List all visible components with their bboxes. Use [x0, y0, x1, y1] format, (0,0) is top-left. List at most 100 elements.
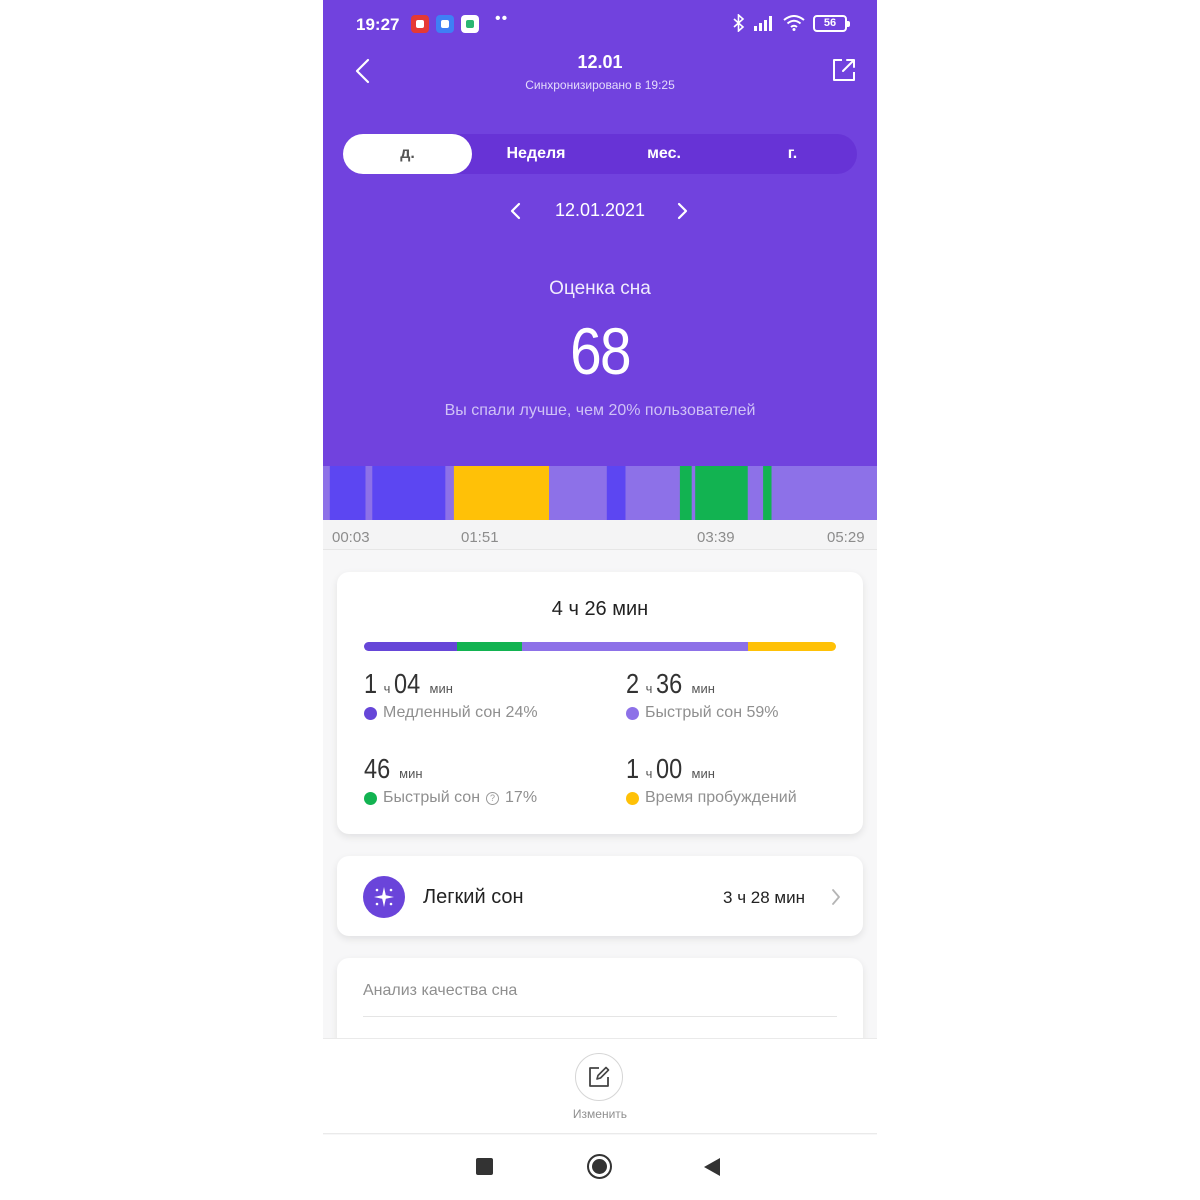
- stat-label: Медленный сон 24%: [383, 704, 538, 721]
- stat-value: 46 мин: [364, 753, 537, 785]
- timeline-segment-rem: [679, 466, 692, 520]
- timeline-segment-rem: [695, 466, 748, 520]
- light-sleep-value: 3 ч 28 мин: [723, 888, 805, 907]
- home-icon[interactable]: [587, 1154, 612, 1179]
- stat-hours: 2: [626, 668, 640, 699]
- edit-label: Изменить: [572, 1107, 628, 1121]
- system-navigation-bar: [323, 1135, 877, 1200]
- bluetooth-icon: [733, 14, 745, 32]
- timeline-tick: 05:29: [827, 529, 865, 546]
- tab-day[interactable]: д.: [343, 134, 472, 174]
- stage-bar-segment-light: [522, 642, 749, 651]
- sync-status: Синхронизировано в 19:25: [525, 78, 675, 92]
- awake-stat: 1 ч 00 мин Время пробуждений: [626, 753, 797, 807]
- timeline-segment-light: [771, 466, 877, 520]
- sleep-stage-bar: [364, 642, 836, 651]
- timeline-segment-awake: [453, 466, 550, 520]
- timeline-segment-light: [747, 466, 764, 520]
- stat-minutes: 00: [656, 753, 683, 784]
- timeline-segment-deep: [606, 466, 626, 520]
- timeline-segment-light: [365, 466, 373, 520]
- status-icons: 56: [733, 14, 850, 32]
- edit-button[interactable]: [575, 1053, 623, 1101]
- stat-label-row: Быстрый сон ? 17%: [364, 789, 537, 807]
- timeline-segment-deep: [329, 466, 366, 520]
- sleep-timeline[interactable]: [323, 466, 877, 520]
- stat-percent: 17%: [505, 789, 538, 806]
- stat-value: 2 ч 36 мин: [626, 668, 779, 700]
- tab-week[interactable]: Неделя: [472, 134, 600, 174]
- sleep-score-label: Оценка сна: [549, 278, 651, 299]
- phone-screen: 19:27 •• 56 12.01 Синхронизировано в 19:…: [323, 0, 877, 1200]
- timeline-tick: 00:03: [332, 529, 370, 546]
- signal-icon: [754, 16, 772, 31]
- light-sleep-label: Легкий сон: [423, 886, 524, 908]
- help-icon[interactable]: ?: [486, 791, 500, 805]
- stat-value: 1 ч 00 мин: [626, 753, 797, 785]
- wifi-icon: [783, 15, 805, 31]
- stat-minutes: 04: [394, 668, 421, 699]
- light-sleep-stat: 2 ч 36 мин Быстрый сон 59%: [626, 668, 779, 722]
- timeline-tick: 01:51: [461, 529, 499, 546]
- sleep-score-value: 68: [570, 314, 631, 388]
- period-tabs: д. Неделя мес. г.: [343, 134, 857, 174]
- stat-hours: 1: [364, 668, 378, 699]
- rem-sleep-stat: 46 мин Быстрый сон ? 17%: [364, 753, 537, 807]
- tab-year[interactable]: г.: [728, 134, 857, 174]
- share-button[interactable]: [831, 57, 857, 83]
- stat-unit: мин: [691, 766, 715, 781]
- light-sleep-dot: [626, 706, 639, 720]
- stat-hours: 1: [626, 753, 640, 784]
- divider: [363, 1016, 837, 1017]
- next-date-button[interactable]: [675, 202, 689, 220]
- current-date: 12.01.2021: [554, 200, 646, 220]
- stat-minutes: 46: [364, 753, 391, 784]
- stat-unit: ч: [383, 681, 391, 696]
- hero-header: 19:27 •• 56 12.01 Синхронизировано в 19:…: [323, 0, 877, 466]
- stat-unit: ч: [645, 681, 653, 696]
- sparkle-icon: [363, 876, 405, 918]
- stat-unit: мин: [691, 681, 715, 696]
- recents-icon[interactable]: [476, 1158, 493, 1175]
- message-icon: [436, 15, 454, 33]
- timeline-segment-light: [691, 466, 696, 520]
- youtube-music-icon: [411, 15, 429, 33]
- stat-minutes: 36: [656, 668, 683, 699]
- sleep-summary-card: 4 ч 26 мин 1 ч 04 мин Медленный сон 24% …: [337, 572, 863, 834]
- battery-level: 56: [823, 17, 837, 29]
- mi-fit-icon: [461, 15, 479, 33]
- tab-month[interactable]: мес.: [600, 134, 728, 174]
- total-sleep-duration: 4 ч 26 мин: [551, 598, 649, 620]
- more-notifications-icon: ••: [495, 10, 509, 27]
- sleep-timeline-chart: [323, 466, 877, 520]
- page-title: 12.01: [577, 52, 623, 72]
- stat-label: Время пробуждений: [645, 789, 797, 806]
- date-navigator: 12.01.2021: [323, 198, 877, 226]
- status-time: 19:27: [356, 15, 400, 34]
- stat-label: Быстрый сон 59%: [645, 704, 779, 721]
- edit-bar: Изменить: [323, 1038, 877, 1134]
- stage-bar-segment-rem: [456, 642, 523, 651]
- chevron-right-icon: [832, 889, 840, 905]
- timeline-tick: 03:39: [697, 529, 735, 546]
- stat-unit: ч: [645, 766, 653, 781]
- stat-unit: мин: [429, 681, 453, 696]
- timeline-segment-light: [323, 466, 330, 520]
- sleep-score-comparison: Вы спали лучше, чем 20% пользователей: [444, 402, 756, 419]
- deep-sleep-dot: [364, 706, 377, 720]
- timeline-segment-light: [625, 466, 680, 520]
- status-bar: 19:27 •• 56: [323, 0, 877, 50]
- rem-sleep-dot: [364, 791, 377, 805]
- sleep-analysis-label: Анализ качества сна: [363, 982, 518, 999]
- stat-label-row: Время пробуждений: [626, 789, 797, 807]
- back-icon[interactable]: [704, 1158, 720, 1176]
- stat-value: 1 ч 04 мин: [364, 668, 538, 700]
- stat-unit: мин: [399, 766, 423, 781]
- edit-icon: [589, 1066, 610, 1087]
- timeline-segment-light: [549, 466, 607, 520]
- timeline-segment-deep: [372, 466, 446, 520]
- stat-label: Быстрый сон: [383, 789, 481, 806]
- deep-sleep-stat: 1 ч 04 мин Медленный сон 24%: [364, 668, 538, 722]
- timeline-segment-rem: [763, 466, 772, 520]
- light-sleep-card[interactable]: Легкий сон 3 ч 28 мин: [337, 856, 863, 936]
